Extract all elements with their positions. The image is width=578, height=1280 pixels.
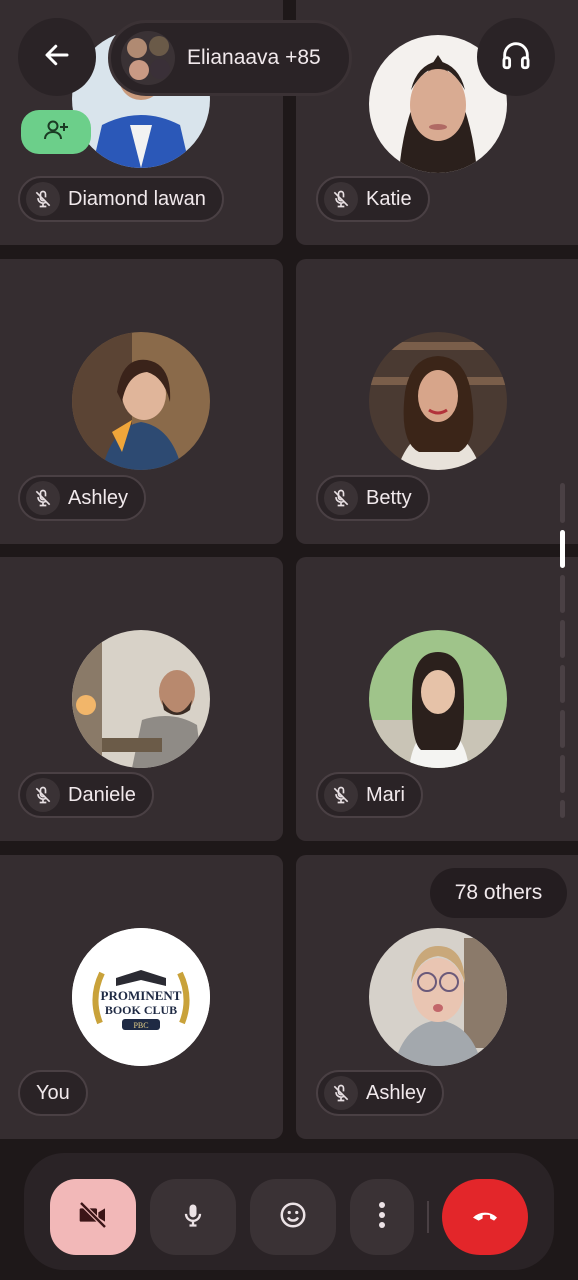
others-count-label: 78 others — [454, 881, 543, 904]
participant-name: Ashley — [68, 486, 129, 509]
back-button[interactable] — [18, 18, 96, 96]
control-divider — [427, 1201, 429, 1233]
mic-off-icon — [324, 481, 358, 515]
participant-tile[interactable]: Betty — [296, 259, 578, 544]
others-count-badge[interactable]: 78 others — [430, 868, 567, 918]
end-call-icon — [469, 1199, 501, 1236]
audio-output-button[interactable] — [477, 18, 555, 96]
svg-text:PROMINENT: PROMINENT — [101, 988, 182, 1003]
reactions-button[interactable] — [250, 1179, 336, 1255]
headphones-icon — [499, 38, 533, 77]
participant-name-pill: Katie — [316, 176, 430, 222]
end-call-button[interactable] — [442, 1179, 528, 1255]
scroll-segment — [560, 620, 565, 658]
mic-off-icon — [26, 778, 60, 812]
more-options-button[interactable] — [350, 1179, 414, 1255]
participant-name-pill: Mari — [316, 772, 423, 818]
mic-off-icon — [324, 778, 358, 812]
scroll-segment — [560, 665, 565, 703]
svg-text:BOOK CLUB: BOOK CLUB — [105, 1003, 177, 1017]
participant-name-pill: Diamond lawan — [18, 176, 224, 222]
mini-avatar — [149, 36, 169, 56]
more-vert-icon — [377, 1200, 387, 1235]
mic-off-icon — [324, 182, 358, 216]
scroll-segment — [560, 755, 565, 793]
participant-name-pill: Betty — [316, 475, 430, 521]
participant-name-pill: You — [18, 1070, 88, 1116]
svg-text:PBC: PBC — [133, 1021, 148, 1030]
mic-icon — [179, 1201, 207, 1234]
participant-tile-self[interactable]: PROMINENT BOOK CLUB PBC You — [0, 855, 283, 1139]
call-title: Elianaava +85 — [187, 46, 321, 69]
emoji-icon — [278, 1200, 308, 1235]
camera-off-icon — [77, 1199, 109, 1236]
scroll-segment — [560, 800, 565, 818]
add-person-button[interactable] — [21, 110, 91, 154]
camera-toggle-button[interactable] — [50, 1179, 136, 1255]
participant-name-pill: Ashley — [18, 475, 147, 521]
participant-name: Ashley — [366, 1081, 427, 1104]
participant-avatar — [369, 928, 507, 1066]
scroll-segment — [560, 710, 565, 748]
mic-off-icon — [26, 481, 60, 515]
mini-avatar — [150, 59, 170, 79]
participant-avatar — [369, 332, 507, 470]
scroll-thumb[interactable] — [560, 530, 565, 568]
add-person-icon — [42, 118, 70, 147]
mic-off-icon — [26, 182, 60, 216]
scroll-segment — [560, 483, 565, 523]
participant-avatar — [72, 630, 210, 768]
participant-name-pill: Daniele — [18, 772, 154, 818]
microphone-button[interactable] — [150, 1179, 236, 1255]
mini-avatar — [127, 38, 147, 58]
participant-name: Betty — [366, 486, 412, 509]
self-avatar-logo: PROMINENT BOOK CLUB PBC — [72, 928, 210, 1066]
participant-avatar — [369, 630, 507, 768]
mic-off-icon — [324, 1076, 358, 1110]
scroll-segment — [560, 575, 565, 613]
back-arrow-icon — [42, 40, 72, 75]
participant-name: Daniele — [68, 783, 136, 806]
mini-avatar — [129, 60, 149, 80]
participant-name: Katie — [366, 187, 412, 210]
participant-name: You — [36, 1081, 70, 1104]
call-controls-bar — [24, 1153, 554, 1270]
participant-tile[interactable]: Daniele — [0, 557, 283, 841]
call-title-pill[interactable]: Elianaava +85 — [108, 20, 352, 96]
participant-tile[interactable]: Ashley — [0, 259, 283, 544]
participant-name: Diamond lawan — [68, 187, 206, 210]
participant-avatar — [72, 332, 210, 470]
participant-name: Mari — [366, 783, 405, 806]
participant-name-pill: Ashley — [316, 1070, 445, 1116]
participant-tile[interactable]: Mari — [296, 557, 578, 841]
participant-faces-stack — [121, 31, 175, 85]
